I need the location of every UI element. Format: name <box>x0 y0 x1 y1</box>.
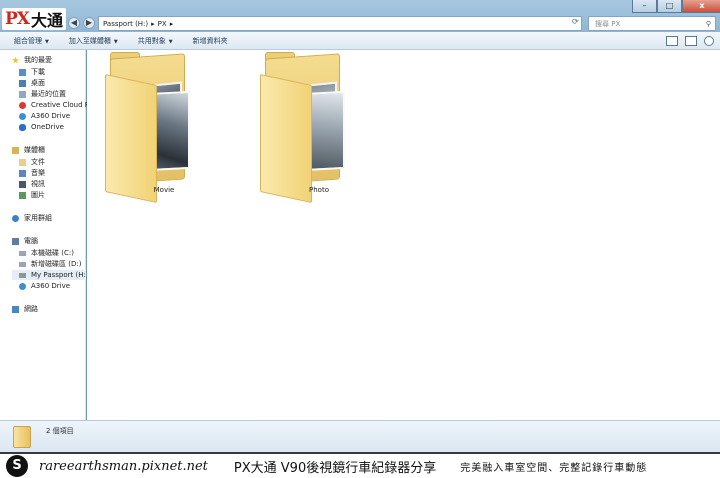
breadcrumb-px[interactable]: PX <box>158 20 167 28</box>
folder-movie-icon[interactable] <box>87 52 197 204</box>
recent-places-icon <box>19 90 26 98</box>
minimize-button[interactable]: – <box>632 0 657 13</box>
logo-datong: 大通 <box>30 11 63 30</box>
help-icon[interactable] <box>704 36 714 46</box>
creative-cloud-icon <box>19 101 26 109</box>
chevron-down-icon: ▼ <box>45 38 49 45</box>
blog-url: rareearthsman.pixnet.net <box>39 458 208 474</box>
logo-px: PX <box>5 9 30 29</box>
search-icon[interactable]: ⚲ <box>706 20 711 28</box>
documents-icon <box>19 158 26 166</box>
libraries-header[interactable]: 媒體櫃 <box>12 145 45 155</box>
chevron-down-icon: ▼ <box>113 38 118 45</box>
banner-slogan: 完美融入車室空間、完整記錄行車動態 <box>460 462 648 474</box>
sidebar-item-downloads[interactable]: 下載 <box>19 67 45 77</box>
refresh-icon[interactable]: ⟳ <box>572 17 579 26</box>
videos-icon <box>19 180 26 188</box>
sidebar-item-a360-drive[interactable]: A360 Drive <box>19 111 70 121</box>
sidebar-item-network[interactable]: 網路 <box>12 304 38 314</box>
folder-photo-icon[interactable] <box>242 52 352 204</box>
computer-header[interactable]: 電腦 <box>12 236 38 246</box>
sidebar-item-documents[interactable]: 文件 <box>19 157 45 167</box>
sidebar-item-drive-c[interactable]: 本機磁碟 (C:) <box>19 248 74 258</box>
star-icon <box>12 56 19 64</box>
onedrive-icon <box>19 123 26 131</box>
homegroup-icon <box>12 214 19 222</box>
title-bar: PX 大通 ◀ ▶ Passport (H:) ▸ PX ▸ ⟳ 搜尋 PX ⚲… <box>0 0 720 32</box>
hard-drive-icon <box>19 250 26 256</box>
breadcrumb-separator-icon[interactable]: ▸ <box>170 20 174 28</box>
sidebar-item-music[interactable]: 音樂 <box>19 168 45 178</box>
hard-drive-icon <box>19 261 26 267</box>
library-icon <box>12 146 19 154</box>
blog-banner: S rareearthsman.pixnet.net PX大通 V90後視鏡行車… <box>0 452 720 478</box>
sidebar-item-my-passport[interactable]: My Passport (H:) <box>12 270 89 280</box>
breadcrumb-separator-icon[interactable]: ▸ <box>151 20 155 28</box>
file-list[interactable]: Movie Photo <box>87 50 720 420</box>
sidebar-item-homegroup[interactable]: 家用群組 <box>12 213 52 223</box>
command-bar: 組合管理 ▼ 加入至媒體櫃 ▼ 共用對象 ▼ 新增資料夾 <box>0 32 720 50</box>
sidebar-item-creative-cloud[interactable]: Creative Cloud File <box>19 100 97 110</box>
details-pane: 2 個項目 <box>0 420 720 452</box>
banner-headline: PX大通 V90後視鏡行車紀錄器分享 <box>233 460 437 476</box>
maximize-button[interactable]: □ <box>657 0 682 13</box>
view-options-icon[interactable] <box>666 36 678 46</box>
close-button[interactable]: x <box>682 0 720 13</box>
share-with-menu[interactable]: 共用對象 ▼ <box>138 36 173 46</box>
desktop-icon <box>19 79 26 87</box>
folder-movie-label[interactable]: Movie <box>109 186 219 194</box>
navigation-pane: 我的最愛 下載 桌面 最近的位置 Creative Cloud File A36… <box>0 50 97 420</box>
sidebar-item-videos[interactable]: 視訊 <box>19 179 45 189</box>
add-to-library-menu[interactable]: 加入至媒體櫃 ▼ <box>69 36 118 46</box>
organize-menu[interactable]: 組合管理 ▼ <box>14 36 49 46</box>
sidebar-item-recent-places[interactable]: 最近的位置 <box>19 89 66 99</box>
sidebar-item-desktop[interactable]: 桌面 <box>19 78 45 88</box>
preview-pane-icon[interactable] <box>685 36 697 46</box>
watermark-logo: PX 大通 <box>2 8 66 30</box>
back-arrow-icon[interactable]: ◀ <box>68 17 80 29</box>
a360-drive-icon <box>19 282 26 290</box>
a360-drive-icon <box>19 112 26 120</box>
folder-photo-label[interactable]: Photo <box>264 186 374 194</box>
blog-logo-icon: S <box>6 455 28 477</box>
new-folder-button[interactable]: 新增資料夾 <box>193 36 228 46</box>
forward-arrow-icon[interactable]: ▶ <box>83 17 95 29</box>
computer-icon <box>12 237 19 245</box>
window-controls: – □ x <box>632 0 720 13</box>
pictures-icon <box>19 191 26 199</box>
download-folder-icon <box>19 68 26 76</box>
external-drive-icon <box>19 272 26 278</box>
search-input[interactable]: 搜尋 PX ⚲ <box>588 16 716 31</box>
chevron-down-icon: ▼ <box>168 38 173 45</box>
folder-icon <box>13 426 31 448</box>
sidebar-item-pictures[interactable]: 圖片 <box>19 190 45 200</box>
search-placeholder: 搜尋 PX <box>595 19 621 28</box>
network-icon <box>12 305 19 313</box>
sidebar-item-drive-d[interactable]: 新增磁碟區 (D:) <box>19 259 81 269</box>
favorites-header[interactable]: 我的最愛 <box>12 55 52 65</box>
breadcrumb-drive[interactable]: Passport (H:) <box>103 20 148 28</box>
sidebar-item-a360-drive-computer[interactable]: A360 Drive <box>19 281 70 291</box>
item-count: 2 個項目 <box>46 427 74 435</box>
music-icon <box>19 169 26 177</box>
sidebar-item-onedrive[interactable]: OneDrive <box>19 122 64 132</box>
address-bar[interactable]: Passport (H:) ▸ PX ▸ <box>98 16 582 31</box>
